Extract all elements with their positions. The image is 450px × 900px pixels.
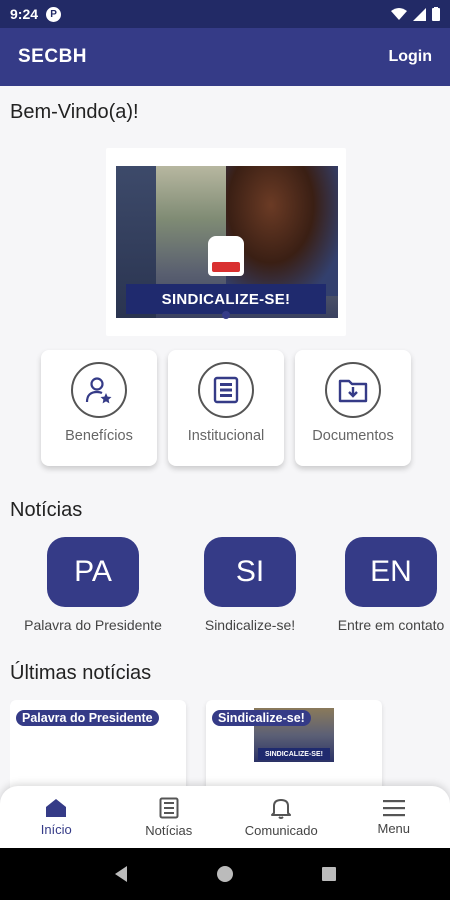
shortcut-icon-circle — [198, 362, 254, 418]
story-bubble: EN — [345, 537, 437, 607]
story-bubble: PA — [47, 537, 139, 607]
nav-label: Notícias — [145, 822, 193, 838]
shortcut-beneficios[interactable]: Benefícios — [41, 350, 157, 466]
bottom-navigation: Início Notícias Comunicado Menu — [0, 786, 450, 848]
battery-icon — [432, 7, 440, 21]
banner-image[interactable]: SINDICALIZE-SE! — [116, 166, 338, 318]
nav-comunicado[interactable]: Comunicado — [231, 797, 331, 838]
shortcut-institucional[interactable]: Institucional — [168, 350, 284, 466]
nav-noticias[interactable]: Notícias — [119, 797, 219, 838]
folder-download-icon — [338, 379, 368, 403]
banner-text: SINDICALIZE-SE! — [126, 284, 326, 314]
bell-icon — [271, 798, 292, 819]
story-bubble: SI — [204, 537, 296, 607]
shortcut-documentos[interactable]: Documentos — [295, 350, 411, 466]
thumbnail-banner-text: SINDICALIZE-SE! — [258, 748, 330, 760]
carousel-indicator — [222, 311, 230, 319]
nav-menu[interactable]: Menu — [344, 799, 444, 836]
nav-label: Início — [40, 821, 72, 837]
story-caption: Palavra do Presidente — [24, 617, 162, 633]
story-caption: Entre em contato — [337, 617, 445, 633]
status-time: 9:24 — [10, 6, 39, 22]
nav-label: Comunicado — [244, 822, 318, 838]
app-title: SECBH — [18, 46, 88, 67]
signal-icon — [413, 7, 426, 21]
system-icons — [391, 7, 440, 21]
hamburger-menu-icon — [382, 799, 405, 816]
home-icon — [46, 798, 67, 817]
shortcut-label: Institucional — [187, 428, 265, 444]
banner-carousel[interactable]: SINDICALIZE-SE! — [106, 148, 346, 336]
stories-row: PA Palavra do Presidente SI Sindicalize-… — [10, 537, 450, 637]
news-section-title: Notícias — [10, 499, 83, 521]
story-item[interactable]: EN Entre em contato — [324, 537, 450, 633]
story-caption: Sindicalize-se! — [204, 617, 296, 633]
shortcut-label: Benefícios — [65, 428, 133, 444]
user-star-icon — [85, 377, 112, 404]
story-item[interactable]: PA Palavra do Presidente — [10, 537, 176, 633]
document-list-icon — [213, 376, 239, 404]
status-bar: 9:24 P — [0, 0, 450, 28]
news-tag: Sindicalize-se! — [212, 710, 311, 726]
home-circle-icon[interactable] — [216, 865, 234, 883]
back-icon[interactable] — [113, 865, 129, 883]
system-navigation-bar — [0, 848, 450, 900]
latest-news-title: Últimas notícias — [10, 662, 152, 684]
wifi-icon — [391, 7, 407, 20]
app-bar: SECBH Login — [0, 28, 450, 86]
news-icon — [159, 797, 179, 818]
shortcut-icon-circle — [71, 362, 127, 418]
news-tag: Palavra do Presidente — [16, 710, 159, 726]
recents-icon[interactable] — [321, 866, 337, 882]
welcome-heading: Bem-Vindo(a)! — [10, 101, 139, 123]
banner-person-right — [226, 166, 338, 296]
nav-label: Menu — [377, 820, 411, 836]
nav-inicio[interactable]: Início — [6, 798, 106, 837]
login-button[interactable]: Login — [388, 48, 432, 66]
shortcut-icon-circle — [325, 362, 381, 418]
story-item[interactable]: SI Sindicalize-se! — [196, 537, 304, 633]
notification-badge: P — [46, 6, 62, 22]
fist-icon — [208, 236, 244, 276]
shortcut-label: Documentos — [312, 428, 394, 444]
shortcut-cards: Benefícios Institucional Documentos — [41, 350, 411, 466]
